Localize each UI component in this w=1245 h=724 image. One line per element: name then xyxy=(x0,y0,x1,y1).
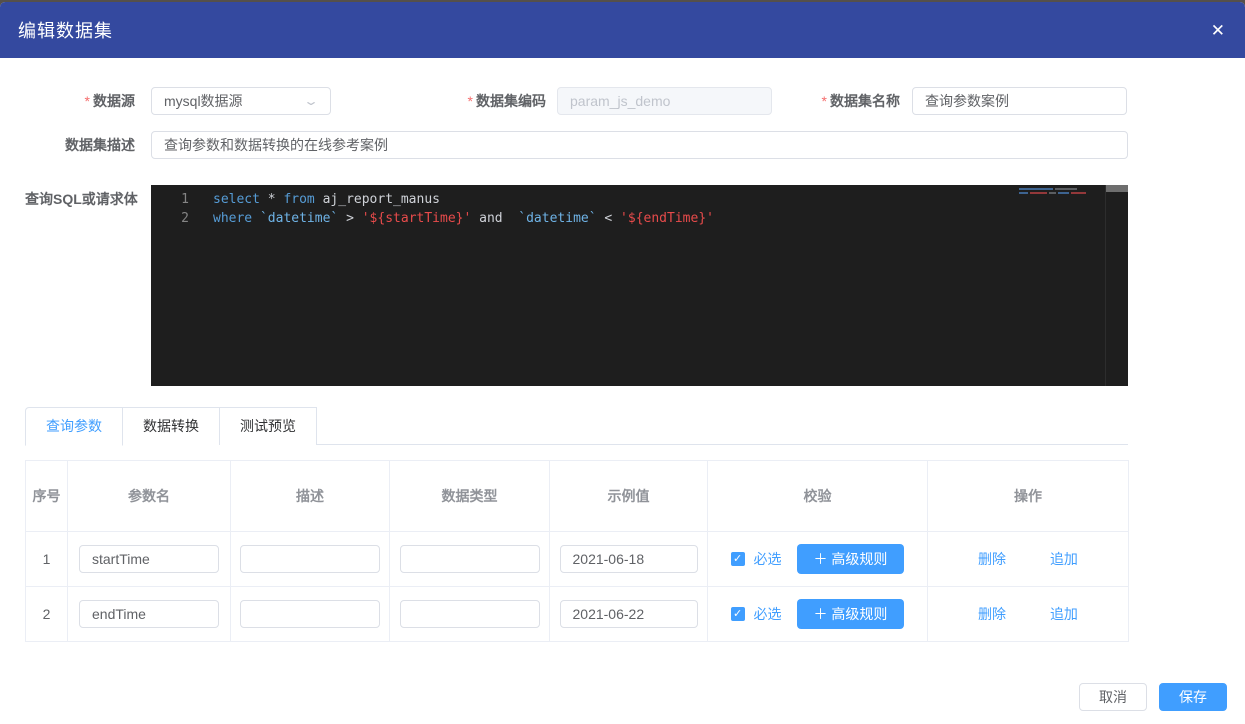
editor-line: 1select * from aj_report_manus xyxy=(151,190,1128,209)
required-checkbox[interactable]: ✓ xyxy=(731,552,745,566)
param-example-input[interactable] xyxy=(560,600,698,628)
close-icon[interactable]: ✕ xyxy=(1207,18,1229,43)
dataset-code-input[interactable] xyxy=(557,87,772,115)
header-description: 描述 xyxy=(231,461,390,532)
params-table: 序号 参数名 描述 数据类型 示例值 校验 操作 1 xyxy=(25,460,1129,642)
form-row-2: 数据集描述 xyxy=(25,131,1245,159)
datasource-label: *数据源 xyxy=(25,87,151,115)
param-type-input[interactable] xyxy=(400,545,540,573)
datasource-select[interactable]: mysql数据源 ⌄ xyxy=(151,87,331,115)
param-type-input[interactable] xyxy=(400,600,540,628)
cancel-button[interactable]: 取消 xyxy=(1079,683,1147,711)
dataset-desc-input[interactable] xyxy=(151,131,1128,159)
row-index: 1 xyxy=(26,532,68,587)
edit-dataset-dialog: 编辑数据集 ✕ *数据源 mysql数据源 ⌄ *数据集编码 *数据集名称 数据… xyxy=(0,2,1245,724)
dialog-title: 编辑数据集 xyxy=(18,17,113,43)
param-name-input[interactable] xyxy=(79,600,219,628)
dialog-footer: 取消 保存 xyxy=(0,683,1245,711)
header-example: 示例值 xyxy=(550,461,708,532)
append-link[interactable]: 追加 xyxy=(1050,551,1078,567)
dataset-name-input[interactable] xyxy=(912,87,1127,115)
dataset-desc-label: 数据集描述 xyxy=(25,131,151,159)
dialog-body: *数据源 mysql数据源 ⌄ *数据集编码 *数据集名称 数据集描述 查询SQ… xyxy=(0,58,1245,711)
row-index: 2 xyxy=(26,587,68,642)
tab-bar: 查询参数 数据转换 测试预览 xyxy=(25,407,1128,445)
tab-test-preview[interactable]: 测试预览 xyxy=(219,407,317,445)
header-index: 序号 xyxy=(26,461,68,532)
header-validation: 校验 xyxy=(708,461,928,532)
advanced-rule-button[interactable]: ＋ 高级规则 xyxy=(797,599,905,629)
param-desc-input[interactable] xyxy=(240,600,380,628)
append-link[interactable]: 追加 xyxy=(1050,606,1078,622)
datasource-select-value: mysql数据源 xyxy=(164,88,243,114)
table-row: 2 ✓ 必选 ＋ 高级规则 删除 追加 xyxy=(26,587,1129,642)
required-asterisk: * xyxy=(85,93,90,109)
delete-link[interactable]: 删除 xyxy=(978,551,1006,567)
dataset-code-label: *数据集编码 xyxy=(331,87,557,115)
editor-scrollbar-thumb[interactable] xyxy=(1106,185,1128,192)
editor-line: 2where `datetime` > '${startTime}' and `… xyxy=(151,209,1128,228)
form-row-1: *数据源 mysql数据源 ⌄ *数据集编码 *数据集名称 xyxy=(25,87,1245,115)
required-checkbox[interactable]: ✓ xyxy=(731,607,745,621)
param-example-input[interactable] xyxy=(560,545,698,573)
required-checkbox-label[interactable]: 必选 xyxy=(754,549,782,569)
tab-data-transform[interactable]: 数据转换 xyxy=(122,407,220,445)
dialog-header: 编辑数据集 ✕ xyxy=(0,2,1245,58)
sql-code-editor[interactable]: 1select * from aj_report_manus2where `da… xyxy=(151,185,1128,386)
param-desc-input[interactable] xyxy=(240,545,380,573)
param-name-input[interactable] xyxy=(79,545,219,573)
delete-link[interactable]: 删除 xyxy=(978,606,1006,622)
table-header-row: 序号 参数名 描述 数据类型 示例值 校验 操作 xyxy=(26,461,1129,532)
header-param-name: 参数名 xyxy=(68,461,231,532)
form-row-sql: 查询SQL或请求体 1select * from aj_report_manus… xyxy=(25,185,1245,386)
save-button[interactable]: 保存 xyxy=(1159,683,1227,711)
header-data-type: 数据类型 xyxy=(390,461,550,532)
required-checkbox-label[interactable]: 必选 xyxy=(754,604,782,624)
sql-label: 查询SQL或请求体 xyxy=(25,185,151,213)
advanced-rule-button[interactable]: ＋ 高级规则 xyxy=(797,544,905,574)
chevron-down-icon: ⌄ xyxy=(303,88,319,114)
table-row: 1 ✓ 必选 ＋ 高级规则 删除 追加 xyxy=(26,532,1129,587)
editor-scrollbar[interactable] xyxy=(1105,185,1128,386)
header-operations: 操作 xyxy=(928,461,1129,532)
editor-minimap xyxy=(1019,188,1103,196)
dataset-name-label: *数据集名称 xyxy=(772,87,912,115)
required-asterisk: * xyxy=(468,93,473,109)
required-asterisk: * xyxy=(822,93,827,109)
tab-query-params[interactable]: 查询参数 xyxy=(25,407,123,446)
